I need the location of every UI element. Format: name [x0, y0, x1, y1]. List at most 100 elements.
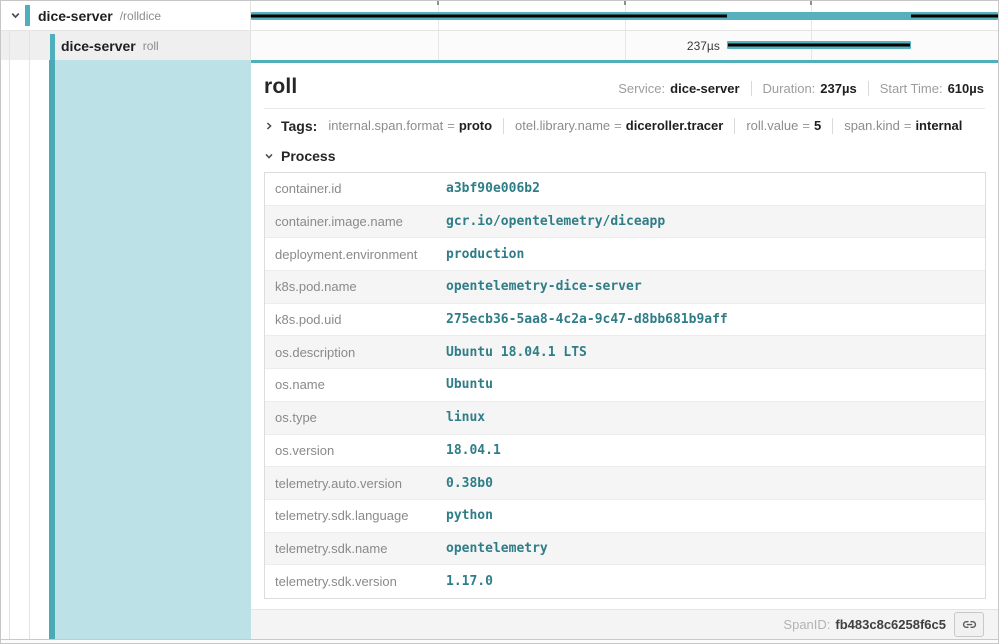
- process-section: Process: [251, 142, 998, 169]
- table-row: telemetry.sdk.nameopentelemetry: [265, 533, 985, 566]
- tag-value: diceroller.tracer: [626, 118, 724, 133]
- span-row-roll[interactable]: dice-server roll 237µs: [1, 31, 998, 60]
- critical-path-segment-1: [911, 15, 998, 18]
- tag-item: internal.span.format = proto: [328, 118, 492, 133]
- child-span-bar[interactable]: [727, 41, 912, 49]
- process-toggle-button[interactable]: Process: [264, 148, 335, 164]
- process-value: 1.17.0: [446, 574, 493, 589]
- table-row: container.image.namegcr.io/opentelemetry…: [265, 206, 985, 239]
- process-value: opentelemetry: [446, 541, 548, 556]
- process-value: production: [446, 247, 524, 262]
- tags-section: Tags: internal.span.format = proto otel.…: [251, 109, 998, 142]
- process-key: k8s.pod.name: [265, 279, 446, 294]
- critical-path-segment-0: [251, 15, 727, 18]
- timeline-row-roll: 237µs: [251, 31, 998, 60]
- table-row: telemetry.sdk.languagepython: [265, 500, 985, 533]
- selected-span-highlight: [55, 60, 251, 639]
- indent-guide: [29, 31, 30, 60]
- chevron-down-icon: [10, 10, 21, 21]
- tag-item: otel.library.name = diceroller.tracer: [515, 118, 723, 133]
- trace-view: dice-server /rolldice dice-server roll 2…: [0, 0, 999, 644]
- collapse-children-button[interactable]: [7, 8, 23, 24]
- tag-item: roll.value = 5: [746, 118, 821, 133]
- process-table: container.ida3bf90e006b2 container.image…: [264, 172, 986, 599]
- tag-equals: =: [610, 118, 626, 133]
- span-detail-card: roll Service: dice-server Duration: 237µ…: [251, 60, 998, 639]
- divider: [751, 81, 752, 96]
- process-value: 275ecb36-5aa8-4c2a-9c47-d8bb681b9aff: [446, 312, 728, 327]
- indent-guide: [9, 60, 10, 639]
- start-time-label: Start Time:: [880, 81, 943, 96]
- operation-name: /rolldice: [120, 9, 161, 23]
- tag-key: internal.span.format: [328, 118, 443, 133]
- tags-label: Tags:: [281, 118, 317, 134]
- detail-footer: SpanID: fb483c8c6258f6c5: [251, 609, 998, 639]
- process-key: telemetry.sdk.version: [265, 574, 446, 589]
- process-key: os.description: [265, 345, 446, 360]
- table-row: telemetry.sdk.version1.17.0: [265, 565, 985, 598]
- tag-value: 5: [814, 118, 821, 133]
- service-name: dice-server: [38, 8, 113, 24]
- process-key: os.type: [265, 410, 446, 425]
- spacer: [251, 599, 998, 609]
- process-value: 18.04.1: [446, 443, 501, 458]
- process-key: deployment.environment: [265, 247, 446, 262]
- process-value: a3bf90e006b2: [446, 181, 540, 196]
- divider: [832, 118, 833, 134]
- span-duration-label: 237µs: [687, 39, 727, 53]
- process-key: telemetry.sdk.language: [265, 508, 446, 523]
- table-row: k8s.pod.nameopentelemetry-dice-server: [265, 271, 985, 304]
- process-value: python: [446, 508, 493, 523]
- process-label: Process: [281, 148, 335, 164]
- divider: [503, 118, 504, 134]
- tag-equals: =: [900, 118, 916, 133]
- tag-key: otel.library.name: [515, 118, 610, 133]
- spanid-value: fb483c8c6258f6c5: [835, 617, 946, 632]
- span-overview: Service: dice-server Duration: 237µs Sta…: [618, 81, 984, 96]
- process-key: os.name: [265, 377, 446, 392]
- process-key: k8s.pod.uid: [265, 312, 446, 327]
- bottom-border-strip: [1, 639, 998, 643]
- process-value: 0.38b0: [446, 476, 493, 491]
- process-value: Ubuntu 18.04.1 LTS: [446, 345, 587, 360]
- tag-item: span.kind = internal: [844, 118, 962, 133]
- table-row: deployment.environmentproduction: [265, 238, 985, 271]
- tags-toggle-button[interactable]: Tags:: [264, 118, 317, 134]
- table-row: os.version18.04.1: [265, 435, 985, 468]
- service-label: Service:: [618, 81, 665, 96]
- process-value: linux: [446, 410, 485, 425]
- span-name-cell-roll[interactable]: dice-server roll: [1, 31, 251, 60]
- service-value: dice-server: [670, 81, 739, 96]
- timeline-row-rolldice: [251, 1, 998, 30]
- process-key: container.id: [265, 181, 446, 196]
- divider: [734, 118, 735, 134]
- span-row-rolldice[interactable]: dice-server /rolldice: [1, 1, 998, 31]
- table-row: os.typelinux: [265, 402, 985, 435]
- indent-guide: [29, 60, 30, 639]
- table-row: os.descriptionUbuntu 18.04.1 LTS: [265, 336, 985, 369]
- process-value: gcr.io/opentelemetry/diceapp: [446, 214, 665, 229]
- operation-name: roll: [143, 39, 159, 53]
- table-row: os.nameUbuntu: [265, 369, 985, 402]
- chevron-down-icon: [264, 151, 274, 161]
- span-detail-row: roll Service: dice-server Duration: 237µ…: [1, 60, 998, 639]
- chevron-right-icon: [264, 121, 274, 131]
- process-value: Ubuntu: [446, 377, 493, 392]
- tag-equals: =: [443, 118, 459, 133]
- link-icon: [962, 617, 977, 632]
- spanid-label: SpanID:: [783, 617, 830, 632]
- table-row: container.ida3bf90e006b2: [265, 173, 985, 206]
- indent-guide: [9, 31, 10, 60]
- detail-left-rail: [1, 60, 251, 639]
- span-name-cell-rolldice[interactable]: dice-server /rolldice: [1, 1, 251, 30]
- tag-value: internal: [915, 118, 962, 133]
- parent-span-bar[interactable]: [251, 12, 998, 20]
- service-color-bar: [25, 5, 30, 26]
- span-title: roll: [264, 75, 297, 99]
- tag-value: proto: [459, 118, 492, 133]
- start-time-value: 610µs: [948, 81, 984, 96]
- tag-key: roll.value: [746, 118, 798, 133]
- process-key: os.version: [265, 443, 446, 458]
- table-row: k8s.pod.uid275ecb36-5aa8-4c2a-9c47-d8bb6…: [265, 304, 985, 337]
- copy-span-link-button[interactable]: [954, 612, 984, 637]
